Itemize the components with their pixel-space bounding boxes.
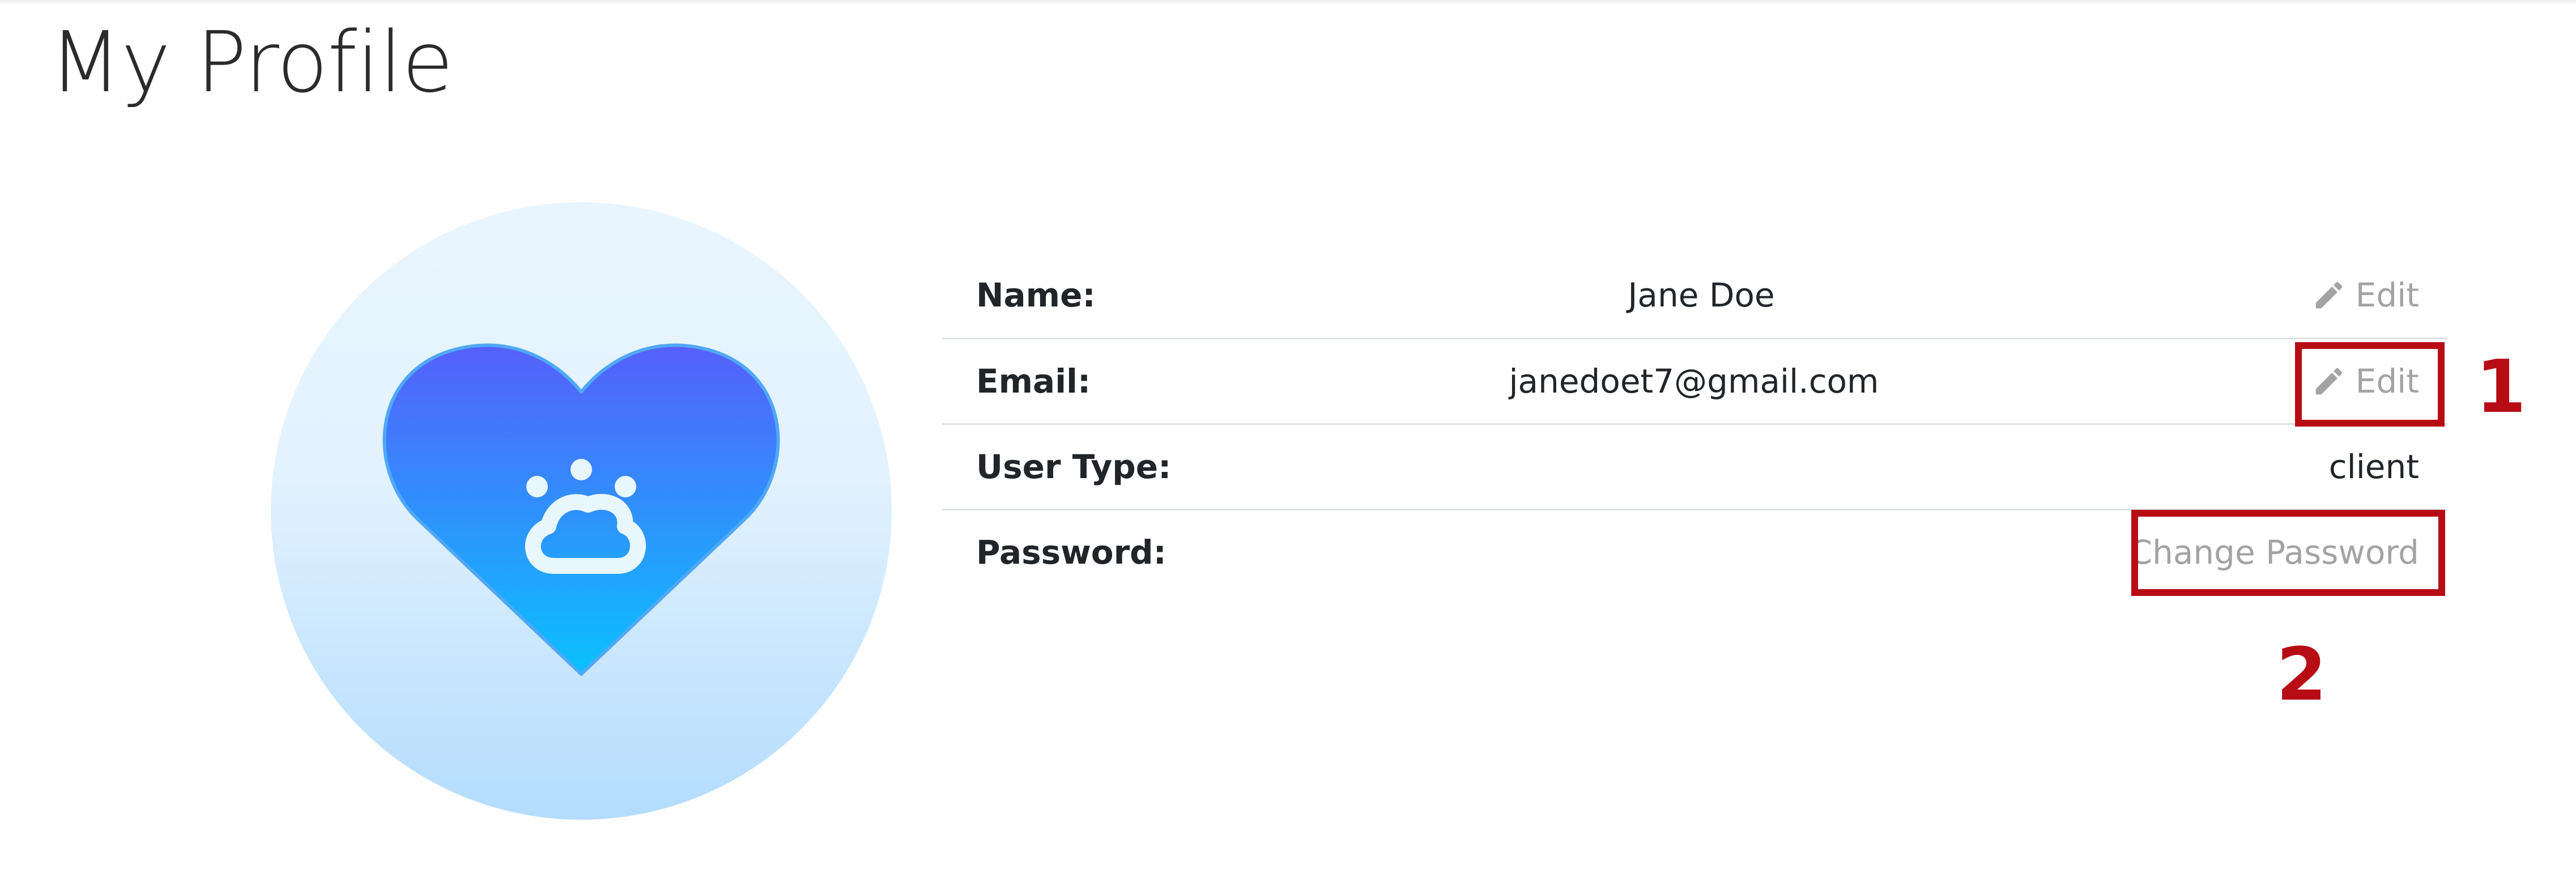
page-title: My Profile [49,14,454,111]
profile-row-user-type: User Type: client [942,423,2447,509]
callout-box-change-password [2131,510,2445,596]
name-label: Name: [976,275,1096,314]
name-value: Jane Doe [1628,275,1775,314]
profile-row-email: Email: janedoet7@gmail.com Edit [942,338,2447,423]
email-value: janedoet7@gmail.com [1509,362,1879,401]
callout-box-edit-email [2295,342,2445,427]
callout-number-1: 1 [2476,345,2527,429]
edit-name-label: Edit [2355,275,2419,314]
callout-number-2: 2 [2276,633,2327,717]
user-type-value: client [2328,448,2419,486]
profile-row-name: Name: Jane Doe Edit [942,252,2447,338]
top-divider [0,0,2576,5]
heart-paw-icon [382,343,780,676]
password-label: Password: [976,533,1166,572]
email-label: Email: [976,362,1091,401]
profile-page: My Profile Name: Jane Doe Edit Email: ja… [0,0,2576,869]
pencil-icon [2315,282,2342,308]
edit-name-button[interactable]: Edit [2311,276,2419,314]
user-type-label: User Type: [976,448,1172,486]
avatar [271,202,892,820]
